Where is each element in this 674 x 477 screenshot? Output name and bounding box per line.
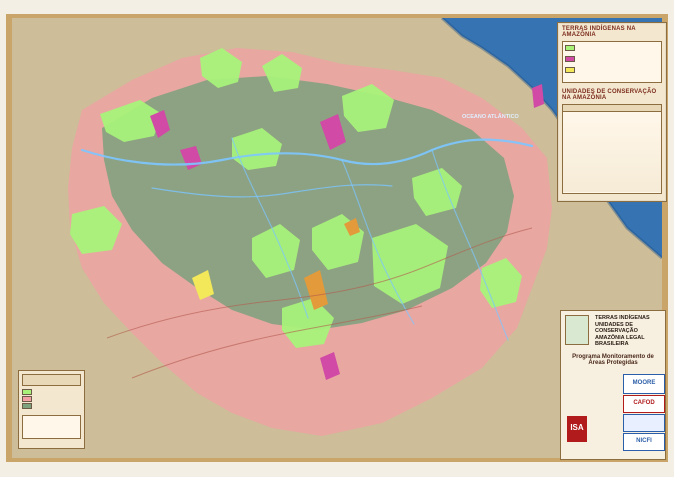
info-panel: TERRAS INDÍGENAS UNIDADES DE CONSERVAÇÃO… [560,310,666,460]
ocean-label: OCEANO ATLÂNTICO [462,113,520,120]
indigenous-table [562,41,662,83]
yellow-swatch [565,67,575,73]
conservation-table-body [563,112,661,192]
map-frame: OCEANO ATLÂNTICO TERRAS INDÍGENAS NA AMA… [0,0,674,477]
legend-swatch-indigenous [22,389,32,395]
indigenous-row [563,43,661,53]
conservation-table-header [563,105,661,112]
program-title: Programa Monitoramento de Áreas Protegid… [572,353,654,366]
legend-row-forest [22,403,81,409]
map-title-line-2: UNIDADES DE CONSERVAÇÃO [595,321,638,335]
indigenous-table-title: TERRAS INDÍGENAS NA AMAZÔNIA [562,26,636,38]
nicfi-logo: NICFI [623,432,665,451]
cafod-logo-text: CAFOD [633,399,655,406]
indigenous-swatch [565,45,575,51]
conservation-table-title: UNIDADES DE CONSERVAÇÃO NA AMAZÔNIA [562,89,657,101]
conservation-table [562,104,662,194]
moore-logo-text: MOORE [632,379,656,386]
isa-logo-text: ISA [570,422,584,432]
stats-panel: TERRAS INDÍGENAS NA AMAZÔNIA UNIDADES DE… [557,22,667,202]
magenta-swatch [565,56,575,62]
moore-logo: MOORE [623,373,665,394]
isa-logo: ISA [567,415,587,442]
yellow-row [563,65,661,75]
magenta-row [563,54,661,64]
legend-row-indigenous [22,389,81,395]
legend-row-conservation [22,396,81,402]
legend-notes [22,415,81,439]
legend-swatch-forest [22,403,32,409]
eu-logo [623,413,665,432]
inset-map-icon [565,315,589,345]
nicfi-logo-text: NICFI [636,437,652,444]
map-title-line-3: AMAZÔNIA LEGAL BRASILEIRA [595,334,645,348]
cafod-logo: CAFOD [623,394,665,413]
legend-box [18,370,85,449]
legend-header [22,374,81,386]
legend-swatch-conservation [22,396,32,402]
logos-area: MOORE CAFOD NICFI ISA [565,372,665,451]
